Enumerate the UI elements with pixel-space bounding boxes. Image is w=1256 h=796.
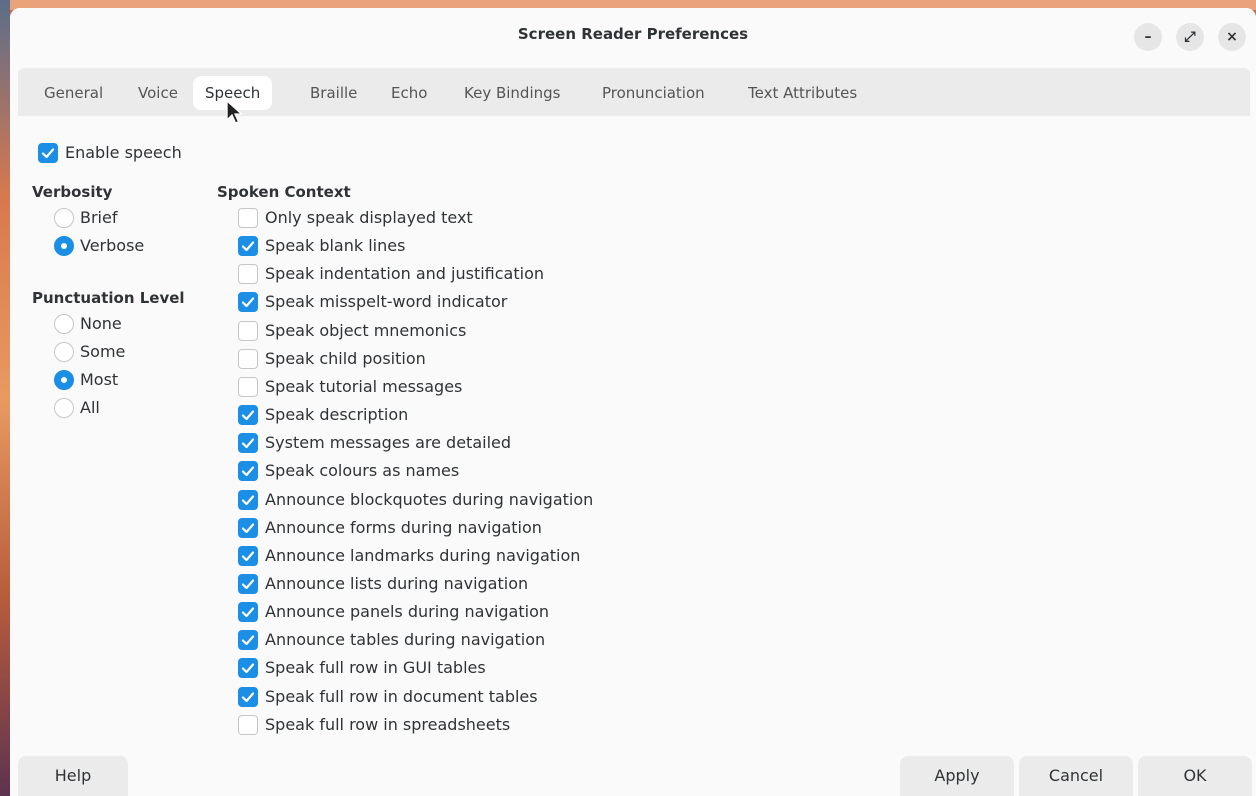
checkmark-icon xyxy=(241,410,255,421)
spoken-context-label[interactable]: Speak full row in document tables xyxy=(265,687,538,707)
checkmark-icon xyxy=(241,297,255,308)
close-icon: × xyxy=(1226,29,1238,45)
spoken-context-checkbox[interactable] xyxy=(238,630,258,650)
punctuation-some-label[interactable]: Some xyxy=(80,342,125,362)
maximize-icon: ⤢ xyxy=(1184,29,1196,45)
punctuation-all-label[interactable]: All xyxy=(80,398,100,418)
spoken-context-label[interactable]: Speak colours as names xyxy=(265,461,459,481)
checkmark-icon xyxy=(241,241,255,252)
spoken-context-checkbox[interactable] xyxy=(238,349,258,369)
spoken-context-checkbox[interactable] xyxy=(238,264,258,284)
spoken-context-heading: Spoken Context xyxy=(217,183,351,201)
cancel-button[interactable]: Cancel xyxy=(1019,756,1133,796)
spoken-context-checkbox[interactable] xyxy=(238,461,258,481)
tab-key-bindings[interactable]: Key Bindings xyxy=(452,76,572,110)
ok-button[interactable]: OK xyxy=(1138,756,1252,796)
verbosity-heading: Verbosity xyxy=(32,183,113,201)
tab-general[interactable]: General xyxy=(32,76,115,110)
spoken-context-label[interactable]: Speak indentation and justification xyxy=(265,264,544,284)
titlebar[interactable]: Screen Reader Preferences – ⤢ × xyxy=(10,8,1256,64)
spoken-context-label[interactable]: Announce blockquotes during navigation xyxy=(265,490,593,510)
checkmark-icon xyxy=(241,495,255,506)
checkmark-icon xyxy=(241,551,255,562)
tab-text-attributes[interactable]: Text Attributes xyxy=(736,76,869,110)
tab-bar: General Voice Speech Braille Echo Key Bi… xyxy=(18,68,1250,116)
spoken-context-checkbox[interactable] xyxy=(238,574,258,594)
spoken-context-label[interactable]: Speak object mnemonics xyxy=(265,321,466,341)
spoken-context-label[interactable]: Announce panels during navigation xyxy=(265,602,549,622)
verbosity-verbose-label[interactable]: Verbose xyxy=(80,236,144,256)
enable-speech-label[interactable]: Enable speech xyxy=(65,143,182,163)
dialog-footer: Help Apply Cancel OK xyxy=(10,756,1256,796)
checkmark-icon xyxy=(41,148,55,159)
spoken-context-checkbox[interactable] xyxy=(238,602,258,622)
minimize-icon: – xyxy=(1144,29,1152,45)
punctuation-heading: Punctuation Level xyxy=(32,289,185,307)
punctuation-most-label[interactable]: Most xyxy=(80,370,118,390)
spoken-context-checkbox[interactable] xyxy=(238,715,258,735)
checkmark-icon xyxy=(241,438,255,449)
spoken-context-label[interactable]: System messages are detailed xyxy=(265,433,511,453)
spoken-context-checkbox[interactable] xyxy=(238,433,258,453)
verbosity-brief-radio[interactable] xyxy=(54,208,74,228)
spoken-context-checkbox[interactable] xyxy=(238,546,258,566)
tab-echo[interactable]: Echo xyxy=(379,76,439,110)
tab-braille[interactable]: Braille xyxy=(298,76,369,110)
spoken-context-checkbox[interactable] xyxy=(238,658,258,678)
minimize-button[interactable]: – xyxy=(1134,23,1162,51)
spoken-context-label[interactable]: Speak blank lines xyxy=(265,236,405,256)
spoken-context-label[interactable]: Speak child position xyxy=(265,349,426,369)
spoken-context-checkbox[interactable] xyxy=(238,208,258,228)
verbosity-verbose-radio[interactable] xyxy=(54,236,74,256)
spoken-context-checkbox[interactable] xyxy=(238,518,258,538)
punctuation-most-radio[interactable] xyxy=(54,370,74,390)
mouse-pointer-icon xyxy=(226,100,244,124)
apply-button[interactable]: Apply xyxy=(900,756,1014,796)
speech-panel: Enable speech Verbosity Brief Verbose Pu… xyxy=(10,116,1256,756)
help-button[interactable]: Help xyxy=(18,756,128,796)
verbosity-brief-label[interactable]: Brief xyxy=(80,208,117,228)
spoken-context-label[interactable]: Announce forms during navigation xyxy=(265,518,542,538)
checkmark-icon xyxy=(241,523,255,534)
spoken-context-checkbox[interactable] xyxy=(238,405,258,425)
punctuation-none-label[interactable]: None xyxy=(80,314,122,334)
spoken-context-checkbox[interactable] xyxy=(238,687,258,707)
checkmark-icon xyxy=(241,635,255,646)
spoken-context-label[interactable]: Speak misspelt-word indicator xyxy=(265,292,507,312)
preferences-window: Screen Reader Preferences – ⤢ × General … xyxy=(10,8,1256,796)
maximize-button[interactable]: ⤢ xyxy=(1176,23,1204,51)
spoken-context-label[interactable]: Speak description xyxy=(265,405,408,425)
punctuation-all-radio[interactable] xyxy=(54,398,74,418)
checkmark-icon xyxy=(241,663,255,674)
spoken-context-checkbox[interactable] xyxy=(238,292,258,312)
spoken-context-label[interactable]: Speak full row in spreadsheets xyxy=(265,715,510,735)
checkmark-icon xyxy=(241,692,255,703)
spoken-context-checkbox[interactable] xyxy=(238,321,258,341)
tab-pronunciation[interactable]: Pronunciation xyxy=(590,76,717,110)
enable-speech-checkbox[interactable] xyxy=(38,143,58,163)
close-button[interactable]: × xyxy=(1218,23,1246,51)
spoken-context-checkbox[interactable] xyxy=(238,490,258,510)
spoken-context-label[interactable]: Speak tutorial messages xyxy=(265,377,462,397)
spoken-context-label[interactable]: Announce lists during navigation xyxy=(265,574,528,594)
spoken-context-label[interactable]: Only speak displayed text xyxy=(265,208,473,228)
spoken-context-label[interactable]: Announce landmarks during navigation xyxy=(265,546,580,566)
checkmark-icon xyxy=(241,607,255,618)
punctuation-some-radio[interactable] xyxy=(54,342,74,362)
tab-voice[interactable]: Voice xyxy=(126,76,190,110)
punctuation-none-radio[interactable] xyxy=(54,314,74,334)
spoken-context-label[interactable]: Announce tables during navigation xyxy=(265,630,545,650)
desktop-background-left xyxy=(0,0,10,796)
window-title: Screen Reader Preferences xyxy=(517,25,749,43)
checkmark-icon xyxy=(241,466,255,477)
spoken-context-label[interactable]: Speak full row in GUI tables xyxy=(265,658,486,678)
checkmark-icon xyxy=(241,579,255,590)
spoken-context-checkbox[interactable] xyxy=(238,236,258,256)
spoken-context-checkbox[interactable] xyxy=(238,377,258,397)
